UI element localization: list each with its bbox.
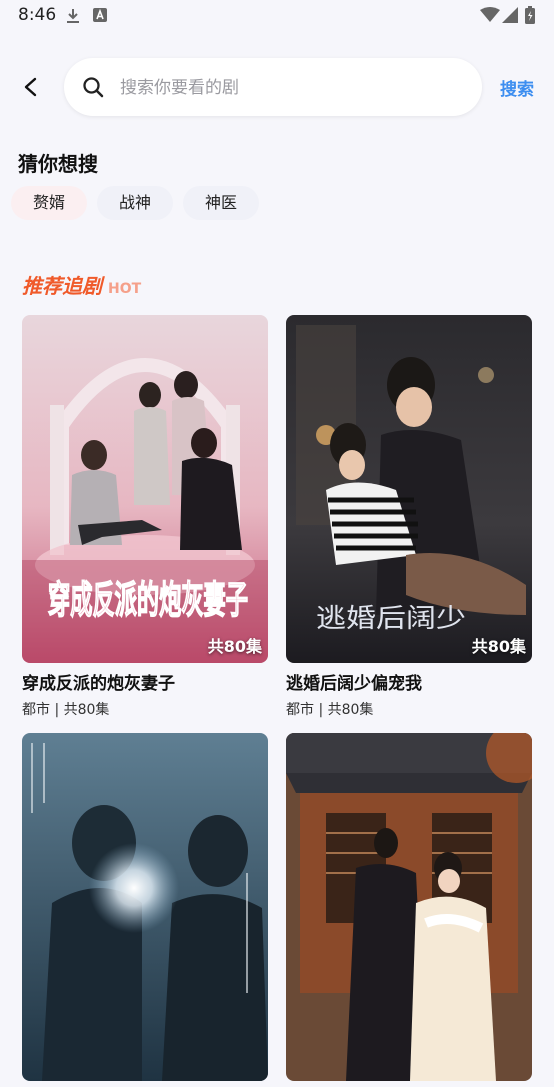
- episode-badge: 共80集: [207, 637, 262, 656]
- suggest-title: 猜你想搜: [18, 152, 98, 176]
- poster-title-text: 逃婚后阔少: [316, 604, 466, 634]
- drama-title: 穿成反派的炮灰妻子: [22, 674, 175, 694]
- poster-image: [286, 733, 532, 1081]
- back-button[interactable]: [14, 70, 48, 104]
- drama-meta: 都市 | 共80集: [286, 702, 374, 718]
- recommend-title: 推荐追剧: [22, 274, 102, 298]
- drama-poster[interactable]: 穿成反派的炮灰妻子 共80集: [22, 315, 268, 663]
- suggest-chips: 赘婿 战神 神医: [11, 186, 260, 220]
- keyboard-a-icon: [93, 8, 107, 22]
- battery-icon: [525, 6, 535, 24]
- poster-image: 穿成反派的炮灰妻子: [22, 315, 268, 663]
- suggest-chip[interactable]: 神医: [183, 186, 260, 220]
- drama-poster[interactable]: [22, 733, 268, 1081]
- poster-image: 逃婚后阔少: [286, 315, 532, 663]
- search-bar: 搜索: [0, 56, 554, 118]
- drama-card[interactable]: 穿成反派的炮灰妻子 共80集 穿成反派的炮灰妻子 都市 | 共80集: [22, 315, 268, 719]
- drama-meta: 都市 | 共80集: [22, 702, 110, 718]
- drama-card[interactable]: [22, 733, 268, 1087]
- search-box: [64, 58, 482, 118]
- search-icon: [83, 77, 104, 98]
- back-arrow-icon: [24, 77, 37, 97]
- status-bar: 8:46: [0, 0, 554, 32]
- drama-poster[interactable]: [286, 733, 532, 1081]
- poster-image: [22, 733, 268, 1081]
- signal-icon: [502, 7, 518, 23]
- drama-title: 逃婚后阔少偏宠我: [286, 674, 422, 694]
- wifi-icon: [480, 7, 500, 22]
- recommend-header: 推荐追剧 HOT: [22, 270, 141, 299]
- suggest-chip[interactable]: 赘婿: [11, 186, 88, 220]
- search-input[interactable]: [118, 58, 472, 118]
- hot-tag: HOT: [108, 281, 142, 297]
- drama-card[interactable]: 逃婚后阔少 共80集 逃婚后阔少偏宠我 都市 | 共80集: [286, 315, 532, 719]
- status-time: 8:46: [18, 5, 57, 25]
- drama-poster[interactable]: 逃婚后阔少 共80集: [286, 315, 532, 663]
- search-button[interactable]: 搜索: [500, 75, 534, 100]
- episode-badge: 共80集: [471, 637, 526, 656]
- suggest-chip[interactable]: 战神: [97, 186, 174, 220]
- poster-title-text: 穿成反派的炮灰妻子: [48, 578, 248, 622]
- drama-card[interactable]: [286, 733, 532, 1087]
- download-icon: [67, 9, 79, 23]
